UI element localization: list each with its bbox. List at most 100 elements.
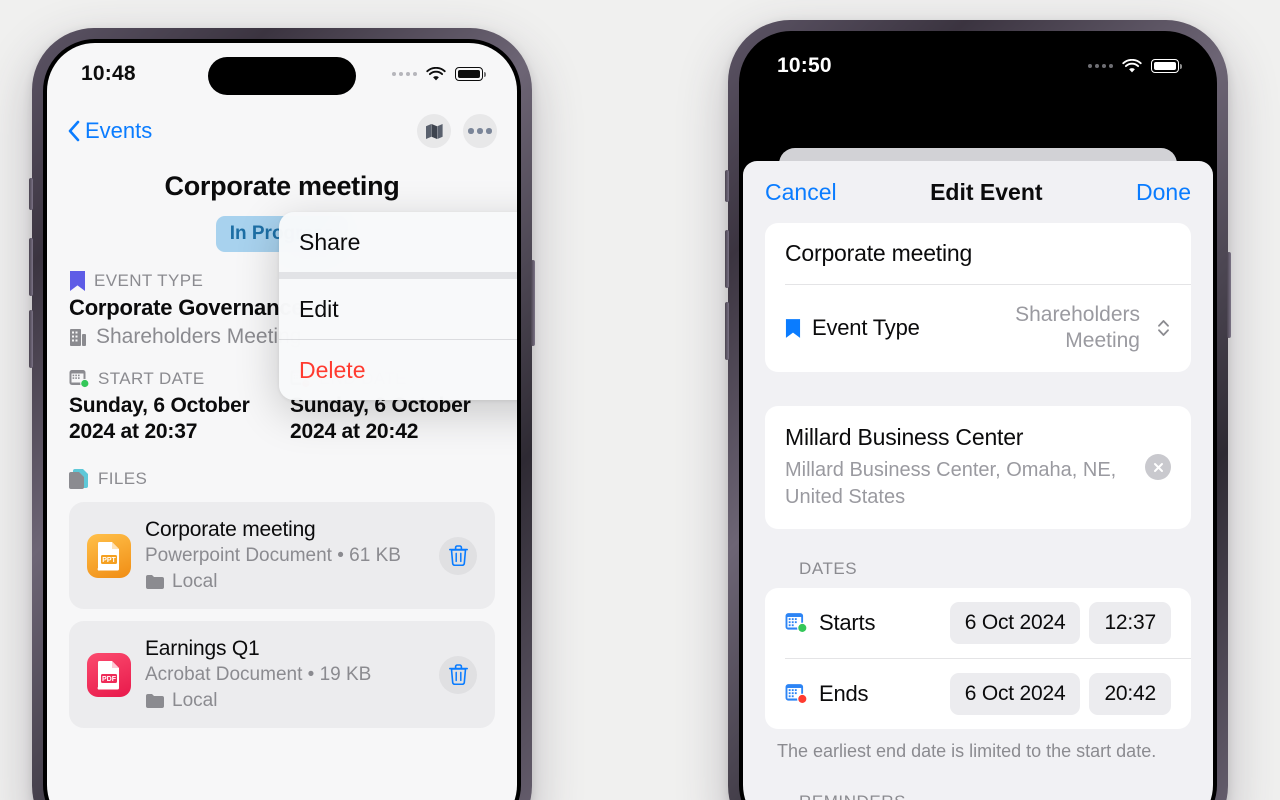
delete-file-button[interactable] bbox=[439, 536, 477, 575]
chevron-left-icon bbox=[68, 120, 80, 142]
cancel-button[interactable]: Cancel bbox=[765, 179, 837, 206]
context-menu-item-edit[interactable]: Edit bbox=[279, 279, 517, 339]
phone-right-screen: 10:50 Cancel Edit Event Done Corporate m… bbox=[743, 35, 1213, 800]
screenshot-stage: 10:48 Events Corporate meeting In EVENT … bbox=[0, 0, 1280, 800]
files-label: FILES bbox=[98, 469, 148, 489]
file-size: 19 KB bbox=[319, 664, 372, 686]
delete-file-button[interactable] bbox=[439, 655, 477, 694]
svg-text:PDF: PDF bbox=[102, 676, 117, 683]
files-section-header: FILES bbox=[47, 468, 517, 490]
event-info-card: Corporate meeting Event Type Shareholder… bbox=[765, 223, 1191, 372]
volume-up-button[interactable] bbox=[29, 238, 33, 296]
status-bar-time: 10:50 bbox=[777, 54, 832, 77]
status-bar-time: 10:48 bbox=[81, 62, 136, 85]
context-menu-separator bbox=[279, 272, 517, 279]
file-name: Earnings Q1 bbox=[145, 637, 260, 661]
trash-icon bbox=[448, 664, 468, 686]
svg-text:PPT: PPT bbox=[102, 557, 116, 564]
phone-right-bezel: 10:50 Cancel Edit Event Done Corporate m… bbox=[739, 31, 1217, 800]
back-button-events[interactable]: Events bbox=[67, 118, 152, 144]
chevron-up-down-icon bbox=[1158, 320, 1169, 337]
battery-icon bbox=[455, 67, 486, 81]
start-date-value: Sunday, 6 October 2024 at 20:37 bbox=[69, 394, 250, 443]
event-type-row[interactable]: Event Type Shareholders Meeting bbox=[765, 285, 1191, 372]
starts-label: Starts bbox=[819, 609, 876, 635]
location-name: Millard Business Center bbox=[785, 423, 1024, 450]
dates-card: Starts 6 Oct 2024 12:37 Ends 6 Oct 2024 … bbox=[765, 587, 1191, 729]
context-menu-item-share[interactable]: Share bbox=[279, 212, 517, 272]
clear-location-button[interactable] bbox=[1145, 454, 1171, 480]
event-type-subvalue: Shareholders Meeting bbox=[96, 325, 302, 348]
bookmark-icon bbox=[785, 318, 801, 338]
files-icon bbox=[69, 469, 88, 490]
map-button[interactable] bbox=[417, 114, 451, 148]
location-address: Millard Business Center, Omaha, NE, Unit… bbox=[785, 458, 1117, 508]
power-button[interactable] bbox=[1227, 252, 1231, 338]
phone-left-screen: 10:48 Events Corporate meeting In EVENT … bbox=[47, 43, 517, 800]
starts-date-chip[interactable]: 6 Oct 2024 bbox=[949, 601, 1081, 644]
folder-icon bbox=[146, 694, 164, 709]
event-type-label: Event Type bbox=[812, 315, 920, 341]
starts-row[interactable]: Starts 6 Oct 2024 12:37 bbox=[765, 588, 1191, 658]
file-list-item[interactable]: PPT Corporate meeting Powerpoint Documen… bbox=[69, 502, 495, 610]
context-menu-delete-label: Delete bbox=[299, 356, 366, 383]
ppt-icon: PPT bbox=[87, 533, 131, 578]
ends-row[interactable]: Ends 6 Oct 2024 20:42 bbox=[765, 659, 1191, 729]
edit-event-sheet: Cancel Edit Event Done Corporate meeting bbox=[743, 161, 1213, 800]
ends-time-chip[interactable]: 20:42 bbox=[1089, 672, 1171, 715]
battery-icon bbox=[1151, 59, 1182, 73]
mute-switch[interactable] bbox=[29, 178, 33, 210]
volume-up-button[interactable] bbox=[725, 230, 729, 288]
event-title-row[interactable]: Corporate meeting bbox=[765, 223, 1191, 284]
phone-right: 10:50 Cancel Edit Event Done Corporate m… bbox=[725, 20, 1231, 800]
building-icon bbox=[70, 329, 86, 346]
dynamic-island bbox=[904, 49, 1052, 87]
ends-label: Ends bbox=[819, 680, 869, 706]
start-date-label: START DATE bbox=[98, 369, 205, 388]
phone-left-bezel: 10:48 Events Corporate meeting In EVENT … bbox=[43, 39, 521, 800]
file-type-size: Powerpoint Document • 61 KB bbox=[145, 545, 425, 567]
context-menu-edit-label: Edit bbox=[299, 295, 339, 322]
cellular-dots-icon bbox=[1088, 64, 1113, 68]
trash-icon bbox=[448, 545, 468, 567]
volume-down-button[interactable] bbox=[29, 310, 33, 368]
folder-icon bbox=[146, 575, 164, 590]
file-list-item[interactable]: PDF Earnings Q1 Acrobat Document • 19 KB bbox=[69, 621, 495, 729]
ends-date-chip[interactable]: 6 Oct 2024 bbox=[949, 672, 1081, 715]
start-date-field: START DATE Sunday, 6 October 2024 at 20:… bbox=[69, 369, 274, 444]
bookmark-icon bbox=[70, 271, 85, 291]
more-button[interactable] bbox=[463, 114, 497, 148]
dates-group-label: DATES bbox=[799, 558, 858, 578]
calendar-start-icon bbox=[69, 370, 90, 389]
power-button[interactable] bbox=[531, 260, 535, 346]
map-icon bbox=[425, 123, 443, 139]
sheet-title: Edit Event bbox=[930, 178, 1043, 205]
calendar-end-icon bbox=[785, 683, 808, 704]
pdf-icon: PDF bbox=[87, 652, 131, 697]
event-type-label: EVENT TYPE bbox=[94, 271, 204, 290]
file-name: Corporate meeting bbox=[145, 518, 316, 542]
file-location: Local bbox=[172, 690, 218, 712]
file-size: 61 KB bbox=[349, 545, 401, 567]
volume-down-button[interactable] bbox=[725, 302, 729, 360]
starts-time-chip[interactable]: 12:37 bbox=[1089, 601, 1171, 644]
calendar-start-icon bbox=[785, 612, 808, 633]
location-card[interactable]: Millard Business Center Millard Business… bbox=[765, 405, 1191, 529]
file-type: Acrobat Document bbox=[145, 664, 303, 686]
sheet-navigation-bar: Cancel Edit Event Done bbox=[743, 161, 1213, 223]
mute-switch[interactable] bbox=[725, 170, 729, 202]
event-title-input[interactable]: Corporate meeting bbox=[785, 240, 972, 267]
file-type-size: Acrobat Document • 19 KB bbox=[145, 664, 425, 686]
phone-left: 10:48 Events Corporate meeting In EVENT … bbox=[29, 28, 535, 800]
wifi-icon bbox=[1122, 58, 1142, 72]
done-button[interactable]: Done bbox=[1136, 179, 1191, 206]
file-separator: • bbox=[307, 664, 315, 686]
file-separator: • bbox=[337, 545, 344, 567]
context-menu-item-delete[interactable]: Delete bbox=[279, 340, 517, 400]
context-menu: Share Edit Delete bbox=[279, 212, 517, 400]
navigation-bar-left: Events bbox=[47, 105, 517, 157]
dynamic-island bbox=[208, 57, 356, 95]
context-menu-share-label: Share bbox=[299, 228, 361, 255]
more-dots-icon bbox=[468, 128, 492, 134]
file-location: Local bbox=[172, 571, 218, 593]
